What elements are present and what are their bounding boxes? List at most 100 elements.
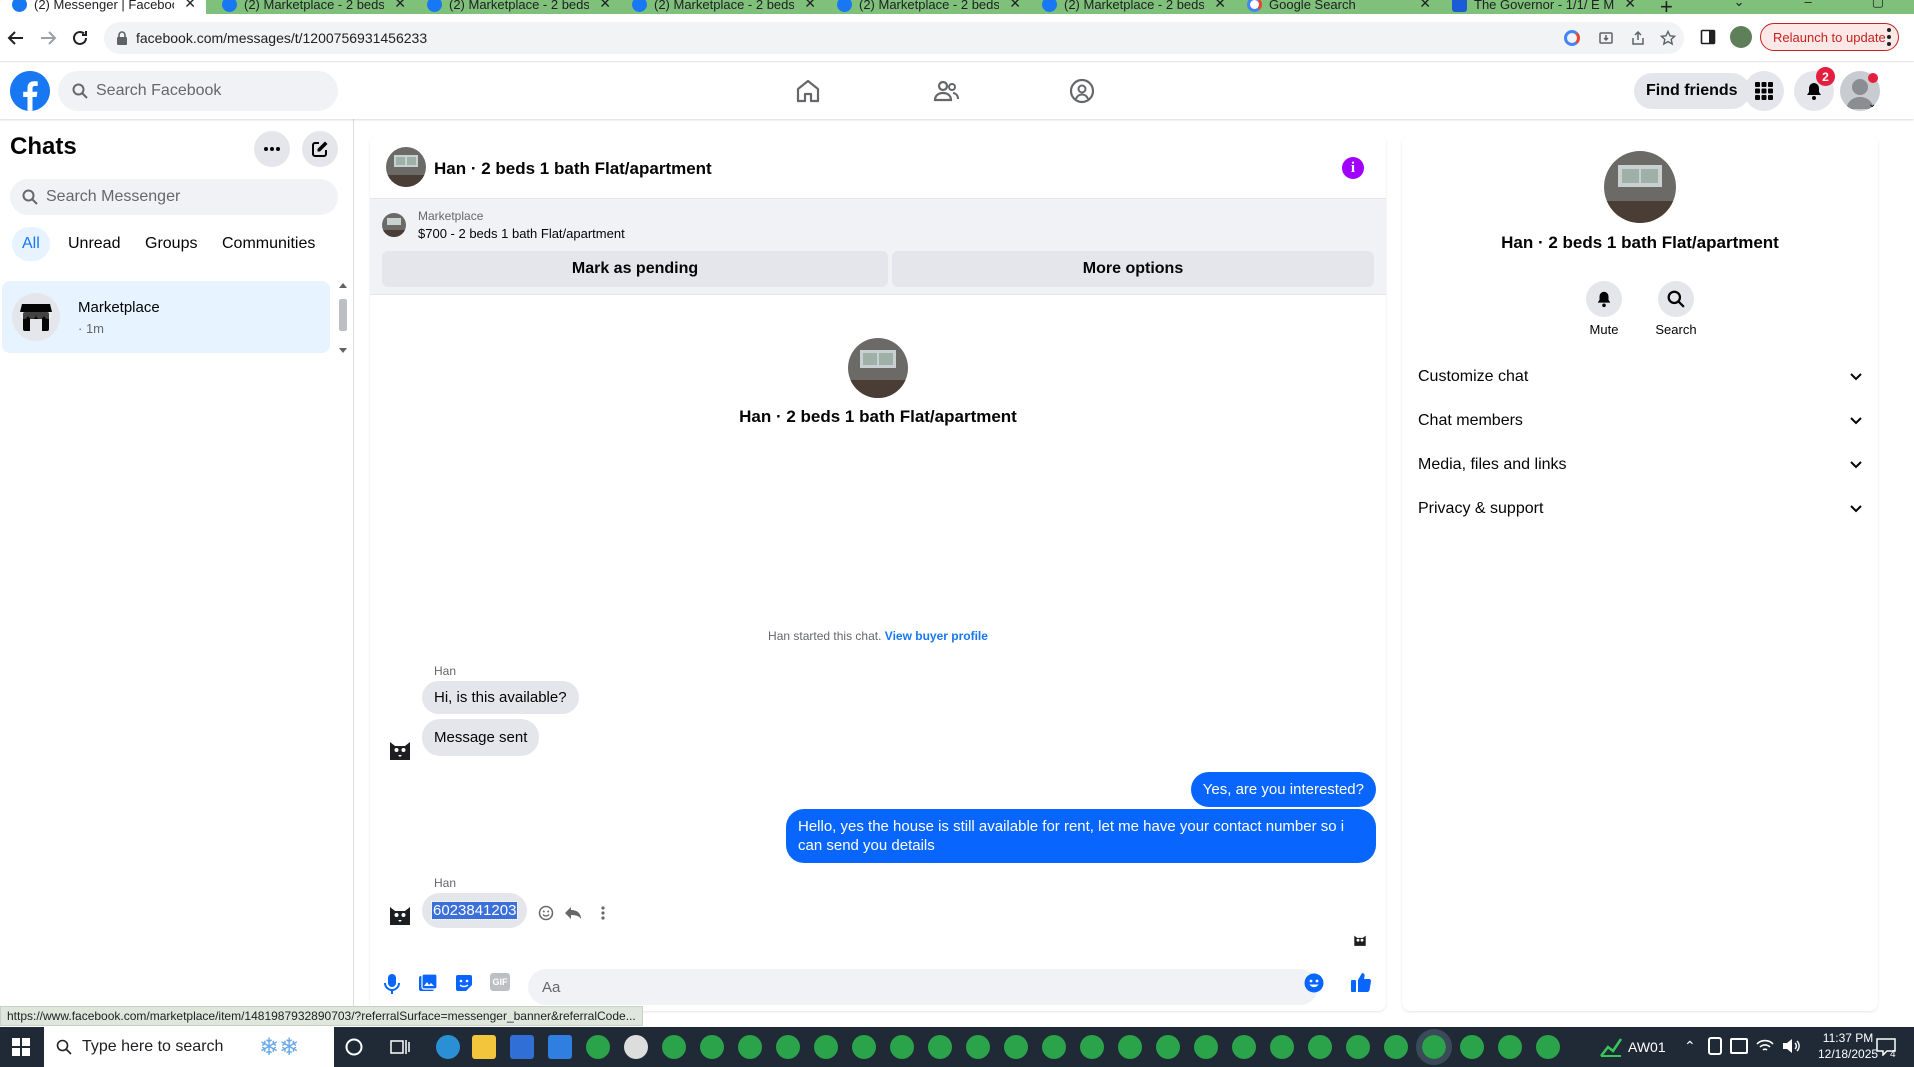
side-panel-icon[interactable] [1700, 29, 1716, 45]
signal-chart-icon[interactable] [1600, 1037, 1622, 1057]
find-friends-button[interactable]: Find friends [1634, 73, 1750, 109]
chrome-icon[interactable] [966, 1035, 990, 1059]
chrome-icon[interactable] [1536, 1035, 1560, 1059]
facebook-logo-icon[interactable] [10, 71, 50, 111]
edge-icon[interactable] [436, 1035, 460, 1059]
chrome-icon[interactable] [1498, 1035, 1522, 1059]
facebook-search-input[interactable]: Search Facebook [58, 71, 338, 111]
windows-start-icon[interactable] [12, 1038, 30, 1056]
address-bar[interactable]: facebook.com/messages/t/1200756931456233 [104, 22, 1684, 54]
incoming-message-phone[interactable]: 6023841203 [422, 893, 528, 928]
mail-icon[interactable] [548, 1035, 572, 1059]
maximize-icon[interactable]: ▢ [1872, 0, 1884, 10]
chrome-icon[interactable] [1042, 1035, 1066, 1059]
chrome-icon[interactable] [1080, 1035, 1104, 1059]
system-clock[interactable]: 11:37 PM 12/18/2025 [1818, 1030, 1878, 1062]
more-options-button[interactable]: More options [892, 251, 1374, 287]
browser-tab[interactable]: (2) Marketplace - 2 beds 1 ✕ [210, 0, 416, 14]
chevron-up-icon[interactable]: ⌃ [1684, 1038, 1696, 1055]
close-tab-icon[interactable]: ✕ [1214, 0, 1226, 12]
google-icon[interactable] [1564, 30, 1580, 46]
listing-photo-avatar[interactable] [386, 147, 426, 187]
chrome-icon[interactable] [1270, 1035, 1294, 1059]
close-tab-icon[interactable]: ✕ [599, 0, 611, 12]
chrome-icon-active[interactable] [1416, 1029, 1452, 1065]
thumbs-up-icon[interactable] [1350, 971, 1372, 993]
new-message-button[interactable] [302, 131, 338, 167]
chrome-icon[interactable] [586, 1035, 610, 1059]
chrome-icon[interactable] [1384, 1035, 1408, 1059]
search-in-chat-button[interactable] [1658, 281, 1694, 317]
filter-groups[interactable]: Groups [145, 235, 197, 253]
more-vert-icon[interactable] [600, 905, 606, 921]
chrome-icon[interactable] [1460, 1035, 1484, 1059]
chrome-icon[interactable] [1118, 1035, 1142, 1059]
incoming-message[interactable]: Hi, is this available? [422, 681, 579, 714]
chrome-icon[interactable] [1156, 1035, 1180, 1059]
close-tab-icon[interactable]: ✕ [1624, 0, 1636, 12]
details-listing-avatar[interactable] [1604, 151, 1676, 223]
reload-icon[interactable] [68, 26, 92, 50]
section-customize-chat[interactable]: Customize chat [1418, 355, 1862, 399]
sender-avatar[interactable] [386, 899, 414, 927]
incoming-message[interactable]: Message sent [422, 719, 540, 756]
chrome-icon[interactable] [890, 1035, 914, 1059]
share-icon[interactable] [1630, 30, 1646, 46]
bookmark-star-icon[interactable] [1660, 30, 1676, 46]
close-tab-icon[interactable]: ✕ [804, 0, 816, 12]
mark-as-pending-button[interactable]: Mark as pending [382, 251, 888, 287]
section-media-files-links[interactable]: Media, files and links [1418, 443, 1862, 487]
message-input[interactable]: Aa [528, 969, 1318, 1005]
filter-unread[interactable]: Unread [68, 235, 120, 253]
wifi-icon[interactable] [1756, 1038, 1774, 1054]
chrome-icon[interactable] [1346, 1035, 1370, 1059]
close-tab-icon[interactable]: ✕ [394, 0, 406, 12]
reply-icon[interactable] [564, 905, 582, 921]
forward-icon[interactable] [36, 26, 60, 50]
filter-communities[interactable]: Communities [222, 235, 315, 253]
chrome-icon[interactable] [662, 1035, 686, 1059]
browser-tab-messenger[interactable]: (2) Messenger | Facebook ✕ [0, 0, 206, 14]
browser-tab[interactable]: (2) Marketplace - 2 beds 1 ✕ [825, 0, 1031, 14]
section-chat-members[interactable]: Chat members [1418, 399, 1862, 443]
groups-icon[interactable] [1068, 77, 1096, 105]
app-icon[interactable] [624, 1035, 648, 1059]
react-emoji-icon[interactable] [538, 905, 554, 921]
emoji-icon[interactable] [1304, 973, 1324, 993]
volume-icon[interactable] [1782, 1038, 1802, 1054]
home-icon[interactable] [794, 77, 822, 105]
chrome-icon[interactable] [852, 1035, 876, 1059]
listing-thumbnail[interactable] [382, 213, 406, 237]
sender-avatar[interactable] [386, 734, 414, 762]
messenger-search-input[interactable]: Search Messenger [10, 179, 338, 215]
mute-button[interactable] [1586, 281, 1622, 317]
relaunch-to-update-button[interactable]: Relaunch to update [1760, 23, 1899, 51]
close-tab-icon[interactable]: ✕ [1009, 0, 1021, 12]
file-explorer-icon[interactable] [472, 1035, 496, 1059]
install-app-icon[interactable] [1598, 30, 1614, 46]
chrome-icon[interactable] [1004, 1035, 1028, 1059]
cortana-icon[interactable] [344, 1037, 364, 1057]
sticker-icon[interactable] [454, 973, 474, 993]
profile-icon[interactable] [1730, 26, 1752, 48]
back-icon[interactable] [4, 26, 28, 50]
taskbar-search-input[interactable]: Type here to search ❄❄ [44, 1027, 334, 1067]
browser-tab[interactable]: (2) Marketplace - 2 beds 1 ✕ [415, 0, 621, 14]
chrome-icon[interactable] [700, 1035, 724, 1059]
intro-listing-avatar[interactable] [848, 338, 908, 398]
menu-grid-icon[interactable] [1744, 71, 1784, 111]
microphone-icon[interactable] [384, 973, 400, 995]
new-tab-icon[interactable]: + [1660, 0, 1680, 14]
chrome-icon[interactable] [814, 1035, 838, 1059]
friends-icon[interactable] [932, 77, 960, 105]
chevron-down-icon[interactable]: ⌄ [1868, 99, 1876, 110]
chrome-icon[interactable] [738, 1035, 762, 1059]
selected-phone-number[interactable]: 6023841203 [430, 901, 519, 920]
battery-icon[interactable] [1708, 1037, 1722, 1055]
chrome-icon[interactable] [776, 1035, 800, 1059]
section-privacy-support[interactable]: Privacy & support [1418, 487, 1862, 531]
chat-list-scrollbar[interactable] [338, 283, 348, 353]
banner-listing-title[interactable]: $700 - 2 beds 1 bath Flat/apartment [418, 226, 625, 241]
close-tab-icon[interactable]: ✕ [1419, 0, 1431, 12]
outgoing-message[interactable]: Yes, are you interested? [1190, 772, 1376, 807]
